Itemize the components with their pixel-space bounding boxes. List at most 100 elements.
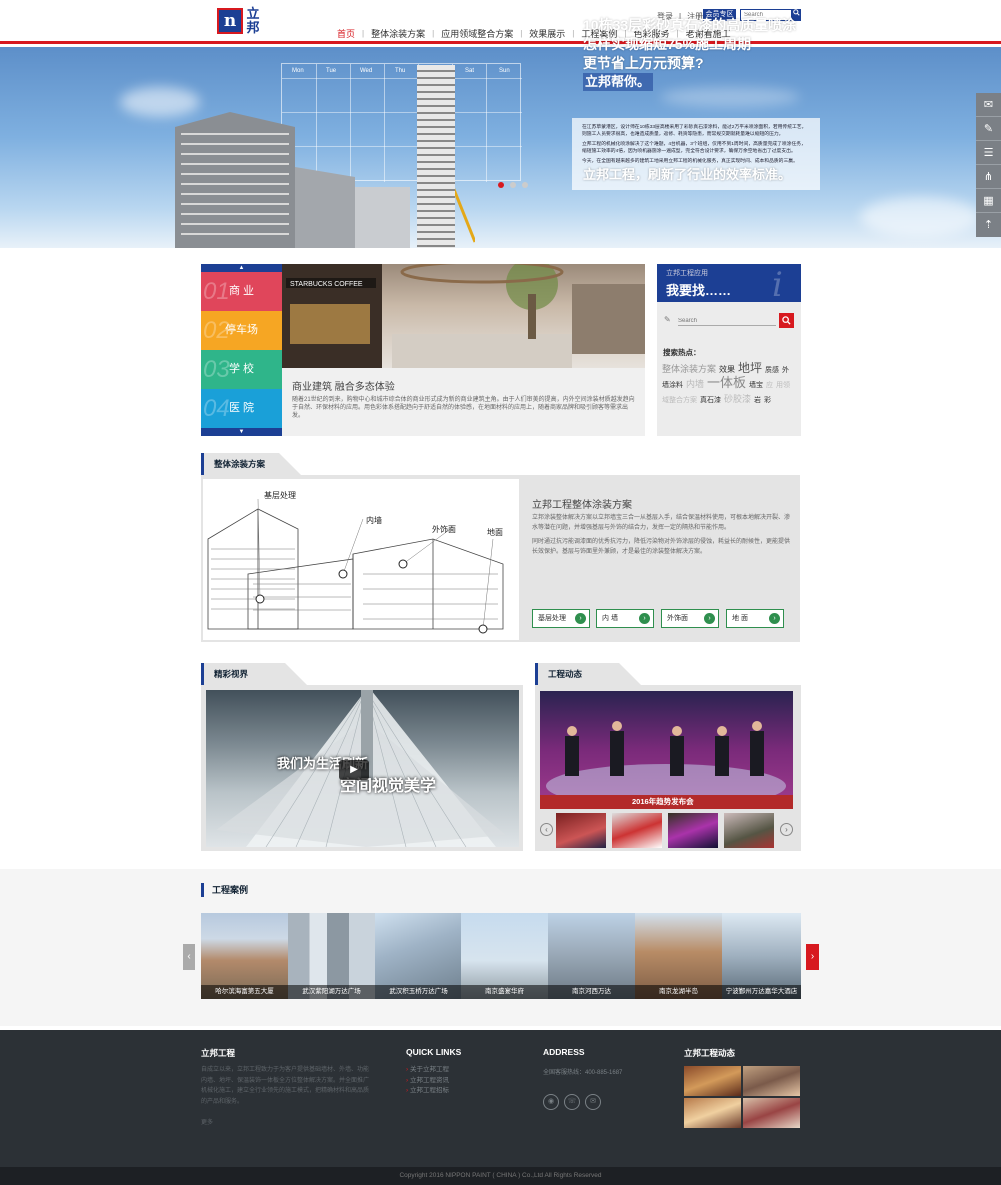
news-prev-button[interactable]: ‹ xyxy=(540,823,553,836)
hot-search-tag[interactable]: 岩 xyxy=(754,397,761,404)
footer-link[interactable]: 立邦工程招标 xyxy=(406,1086,449,1097)
calendar-day: Thu xyxy=(395,68,406,74)
floating-toolbar: ✉ ✎ ☰ ⋔ ▦ ⇡ xyxy=(976,93,1001,237)
coating-section-tab: 整体涂装方案 xyxy=(201,453,301,475)
case-card[interactable]: 哈尔滨海富第五大厦 xyxy=(201,913,288,999)
hot-search-tag[interactable]: 真石漆 xyxy=(700,397,721,404)
calendar-day: Sat xyxy=(465,68,475,74)
news-thumbnail[interactable] xyxy=(724,813,774,848)
weibo-icon[interactable]: ◉ xyxy=(543,1094,559,1110)
hot-search-tag[interactable]: 整体涂装方案 xyxy=(662,364,716,374)
cases-next-button[interactable]: › xyxy=(806,944,819,970)
sketch-label-floor: 地面 xyxy=(487,528,503,537)
logo-mark: n xyxy=(217,8,243,34)
mall-photo: STARBUCKS COFFEE xyxy=(282,264,645,368)
banner-dot[interactable] xyxy=(498,182,504,188)
case-card[interactable]: 武汉紫阳湖万达广场 xyxy=(288,913,375,999)
category-commercial[interactable]: 01 商 业 xyxy=(201,272,282,311)
hot-search-label: 搜索热点： xyxy=(663,348,701,357)
banner-dot[interactable] xyxy=(522,182,528,188)
svg-text:STARBUCKS COFFEE: STARBUCKS COFFEE xyxy=(290,281,363,288)
cases-prev-button[interactable]: ‹ xyxy=(183,944,195,970)
finder-search-input[interactable] xyxy=(678,316,776,326)
footer-links: 关于立邦工程 立邦工程资讯 立邦工程招标 xyxy=(406,1065,449,1097)
footer-link[interactable]: 关于立邦工程 xyxy=(406,1065,449,1076)
arrow-right-icon: › xyxy=(575,613,586,624)
news-photo[interactable] xyxy=(540,691,793,809)
finder-search-button[interactable] xyxy=(779,313,794,328)
hot-search-tag[interactable]: 应 xyxy=(766,382,773,389)
mail-icon[interactable]: ✎ xyxy=(976,117,1001,141)
share-icon[interactable]: ⋔ xyxy=(976,165,1001,189)
play-icon[interactable]: ▶ xyxy=(339,760,369,780)
coating-button-base[interactable]: 基层处理 › xyxy=(532,609,590,628)
news-section-tab: 工程动态 xyxy=(535,663,641,685)
news-thumbnail[interactable] xyxy=(556,813,606,848)
building-sketch xyxy=(203,479,519,640)
case-card[interactable]: 南京盛宴华府 xyxy=(461,913,548,999)
hot-search-tag[interactable]: 墙宝 xyxy=(749,382,763,389)
copyright: Copyright 2016 NIPPON PAINT ( CHINA ) Co… xyxy=(0,1167,1001,1185)
logo-text: 立邦 xyxy=(246,6,260,35)
coating-button-exterior[interactable]: 外饰面 › xyxy=(661,609,719,628)
news-caption: 2016年趋势发布会 xyxy=(540,795,793,809)
pencil-icon: ✎ xyxy=(664,315,671,324)
hot-search-tag[interactable]: 质感 xyxy=(765,367,779,374)
nav-item-coating-solutions[interactable]: 整体涂装方案 xyxy=(364,27,432,40)
case-card[interactable]: 宁波鄞州万达嘉华大酒店 xyxy=(722,913,801,999)
email-icon[interactable]: ✉ xyxy=(585,1094,601,1110)
news-next-button[interactable]: › xyxy=(780,823,793,836)
qrcode-icon[interactable]: ▦ xyxy=(976,189,1001,213)
nippon-logo[interactable]: n 立邦 xyxy=(217,6,265,36)
banner-slogan: 立邦工程，刷新了行业的效率标准。 xyxy=(583,167,792,182)
footer-link[interactable]: 立邦工程资讯 xyxy=(406,1076,449,1087)
calendar-day: Sun xyxy=(499,68,510,74)
hot-search-tag[interactable]: 效果 xyxy=(719,365,735,374)
footer-more-link[interactable]: 更多 xyxy=(201,1117,213,1126)
coating-button-interior[interactable]: 内 墙 › xyxy=(596,609,654,628)
finder-title: 我要找…… xyxy=(666,283,732,298)
sketch-label-exterior: 外饰面 xyxy=(432,525,456,534)
hot-search-tag[interactable]: 一体板 xyxy=(707,375,746,390)
category-down-arrow[interactable]: ▼ xyxy=(201,428,282,436)
banner-dot[interactable] xyxy=(510,182,516,188)
vision-section-tab: 精彩视界 xyxy=(201,663,307,685)
list-icon[interactable]: ☰ xyxy=(976,141,1001,165)
hot-search-tag[interactable]: 地坪 xyxy=(738,361,762,375)
category-school[interactable]: 03 学 校 xyxy=(201,350,282,389)
arrow-right-icon: › xyxy=(639,613,650,624)
case-card[interactable]: 南京龙湖半岛 xyxy=(635,913,722,999)
category-hospital[interactable]: 04 医 院 xyxy=(201,389,282,428)
category-up-arrow[interactable]: ▲ xyxy=(201,264,282,272)
category-parking[interactable]: 02 停车场 xyxy=(201,311,282,350)
coating-button-floor[interactable]: 地 面 › xyxy=(726,609,784,628)
hot-search-tag[interactable]: 彩 xyxy=(764,397,771,404)
wechat-icon[interactable]: ☏ xyxy=(564,1094,580,1110)
calendar-day: Wed xyxy=(360,68,373,74)
sketch-label-interior: 内墙 xyxy=(366,516,382,525)
footer-news-photo[interactable] xyxy=(743,1098,800,1128)
nav-item-application-solutions[interactable]: 应用领域整合方案 xyxy=(434,27,520,40)
footer-news-photo[interactable] xyxy=(684,1098,741,1128)
footer-about-text: 自成立以来，立邦工程致力于为客户提供基础墙材、外墙、功能内墙、地坪、保温装饰一体… xyxy=(201,1067,370,1105)
footer-news-photo[interactable] xyxy=(743,1066,800,1096)
top-icon[interactable]: ⇡ xyxy=(976,213,1001,237)
sketch-label-base: 基层处理 xyxy=(264,491,296,500)
tower-illustration xyxy=(417,65,455,248)
footer-news-photo[interactable] xyxy=(684,1066,741,1096)
nav-item-effects[interactable]: 效果展示 xyxy=(522,27,572,40)
nav-item-home[interactable]: 首页 xyxy=(330,27,362,40)
news-thumbnail[interactable] xyxy=(612,813,662,848)
news-thumbnail[interactable] xyxy=(668,813,718,848)
banner-pagination xyxy=(498,182,528,188)
hot-search-tag[interactable]: 内墙 xyxy=(686,379,704,389)
site-footer xyxy=(0,1030,1001,1167)
cases-title: 工程案例 xyxy=(201,883,248,897)
feature-title[interactable]: 商业建筑 融合多态体验 xyxy=(292,378,395,393)
chat-icon[interactable]: ✉ xyxy=(976,93,1001,117)
hero-banner[interactable]: Mon Tue Wed Thu Sat Sun xyxy=(0,47,1001,248)
case-card[interactable]: 南京河西万达 xyxy=(548,913,635,999)
case-card[interactable]: 武汉积玉桥万达广场 xyxy=(375,913,462,999)
footer-links-title: QUICK LINKS xyxy=(406,1047,462,1057)
hot-search-tag[interactable]: 砂胶漆 xyxy=(724,394,751,404)
